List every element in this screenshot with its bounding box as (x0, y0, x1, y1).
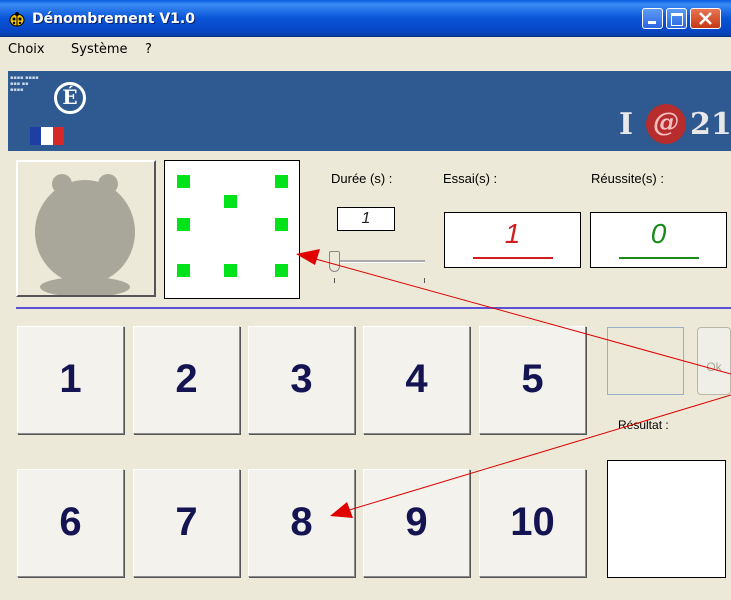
annotation-arrowhead (296, 249, 320, 265)
annotation-arrowhead (330, 502, 353, 518)
annotation-arrows (296, 249, 731, 518)
annotation-arrow-line (311, 257, 731, 375)
annotation-arrow-line (345, 394, 731, 512)
